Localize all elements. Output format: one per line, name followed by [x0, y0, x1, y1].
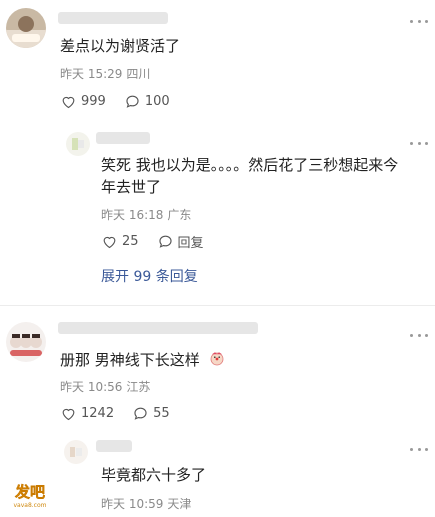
reply-meta: 昨天 10:59 天津	[101, 496, 191, 512]
like-count: 1242	[81, 405, 115, 421]
reply-like-count: 25	[122, 233, 139, 249]
reply-count: 55	[153, 405, 170, 421]
comment-actions: 999 100	[60, 91, 188, 111]
comment-text: 差点以为谢贤活了	[60, 37, 181, 55]
reply-button[interactable]: 100	[124, 93, 170, 110]
divider	[0, 305, 435, 306]
like-button[interactable]: 999	[60, 93, 106, 110]
reply-meta: 昨天 16:18 广东	[101, 207, 191, 223]
svg-text:发吧: 发吧	[14, 483, 45, 501]
comment-time: 昨天 10:56	[60, 380, 123, 394]
avatar[interactable]	[6, 8, 46, 48]
reply-avatar[interactable]	[64, 440, 88, 464]
comment-text: 册那 男神线下长这样	[60, 349, 225, 372]
reply-actions: 25 回复	[101, 231, 222, 251]
username-blurred[interactable]	[58, 322, 258, 334]
reply-username-blurred[interactable]	[96, 132, 150, 144]
reply-avatar[interactable]	[66, 132, 90, 156]
more-options-icon[interactable]	[410, 326, 428, 344]
comment-bubble-icon	[126, 95, 139, 108]
heart-icon	[62, 96, 75, 108]
heart-icon	[62, 408, 75, 420]
reply-reply-label: 回复	[177, 235, 204, 251]
like-button[interactable]: 1242	[60, 405, 114, 422]
comment-time: 昨天 15:29	[60, 67, 123, 81]
expand-replies-link[interactable]: 展开 99 条回复	[101, 266, 198, 286]
reply-text-line1: 笑死 我也以为是。。。。然后花了三秒想起来今	[101, 156, 399, 174]
comment-bubble-icon	[134, 407, 147, 420]
comment-actions: 1242 55	[60, 403, 188, 423]
reply-reply-button[interactable]: 回复	[157, 232, 204, 251]
reply-username-blurred[interactable]	[96, 440, 132, 452]
like-count: 999	[81, 93, 106, 109]
reply-location: 广东	[167, 208, 192, 222]
watermark-logo: 发吧 vava8.com	[8, 480, 52, 510]
reply-location: 天津	[167, 497, 192, 511]
avatar[interactable]	[6, 322, 46, 362]
username-blurred[interactable]	[58, 12, 168, 24]
reply-more-options-icon[interactable]	[410, 440, 428, 458]
comment-meta: 昨天 15:29 四川	[60, 66, 150, 82]
reply-count: 100	[144, 93, 170, 109]
clown-emoji-icon	[209, 350, 225, 372]
reply-time: 昨天 10:59	[101, 497, 164, 511]
comment-meta: 昨天 10:56 江苏	[60, 379, 150, 395]
comment-location: 四川	[126, 67, 151, 81]
reply-text-line2: 年去世了	[101, 178, 162, 196]
comment-bubble-icon	[158, 235, 172, 248]
more-options-icon[interactable]	[410, 12, 428, 30]
heart-icon	[103, 236, 116, 248]
reply-text: 毕竟都六十多了	[101, 466, 207, 484]
comment-text-content: 册那 男神线下长这样	[60, 351, 200, 369]
reply-more-options-icon[interactable]	[410, 134, 428, 152]
reply-like-button[interactable]: 25	[101, 233, 139, 250]
reply-button[interactable]: 55	[132, 405, 170, 422]
comment-location: 江苏	[126, 380, 151, 394]
reply-time: 昨天 16:18	[101, 208, 164, 222]
svg-text:vava8.com: vava8.com	[14, 502, 47, 509]
